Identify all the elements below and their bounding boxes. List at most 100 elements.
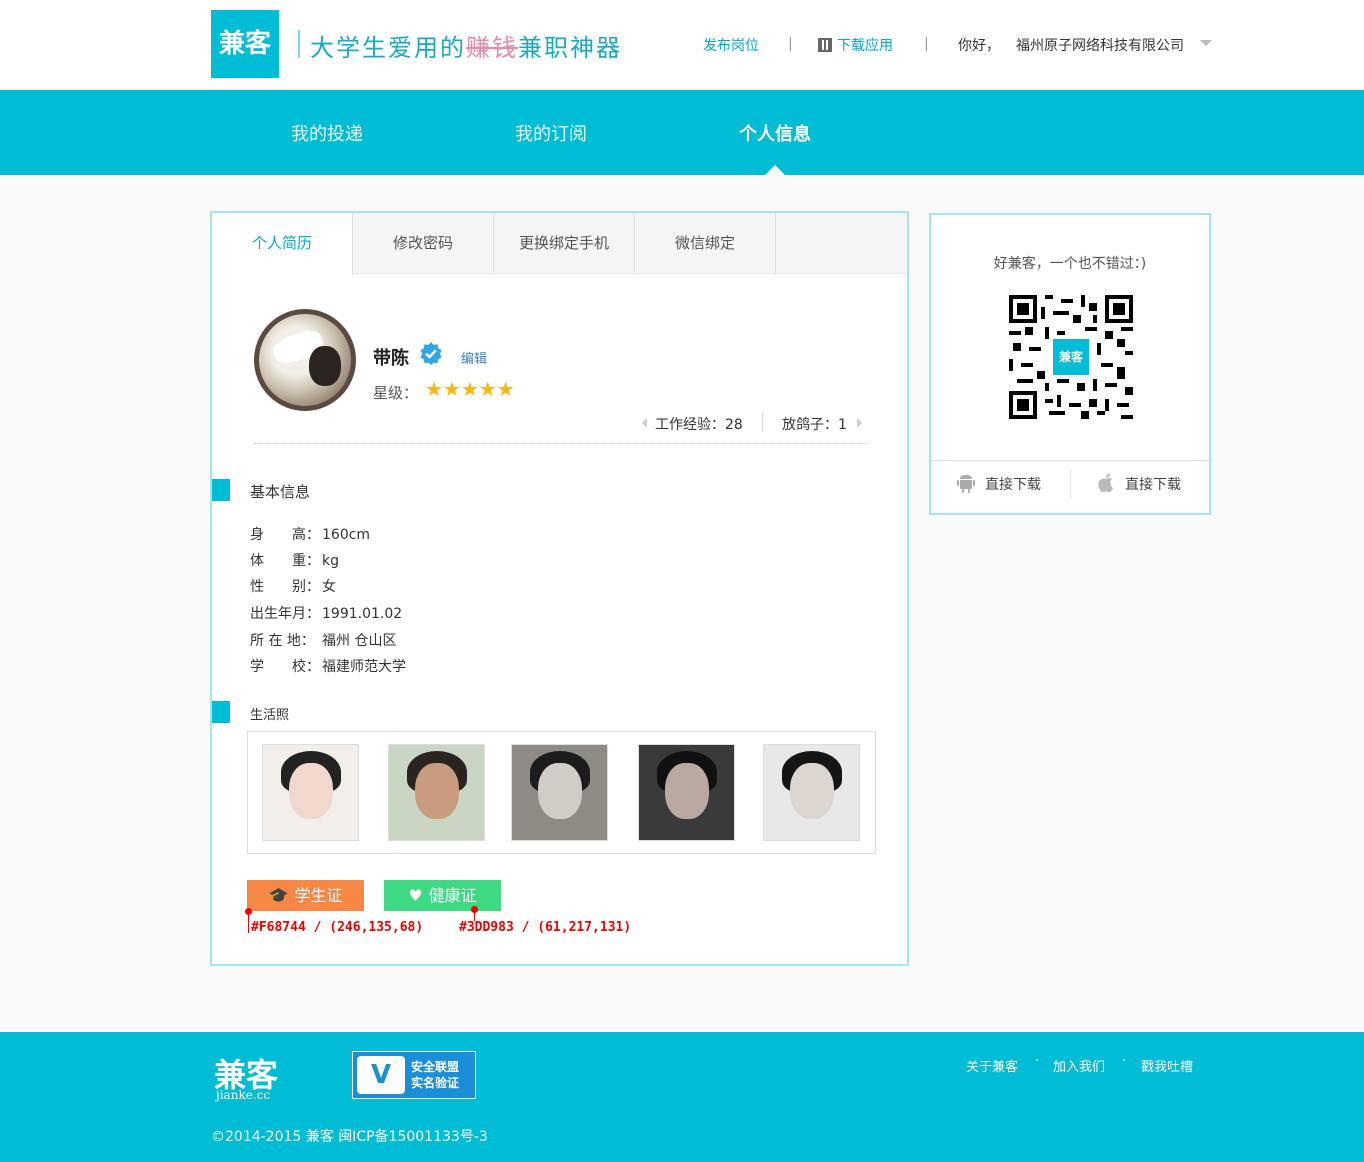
info-label: 体 重： — [250, 553, 320, 569]
info-row-birth: 出生年月： 1991.01.02 — [250, 603, 402, 623]
security-alliance-badge[interactable]: V 安全联盟实名验证 — [352, 1051, 476, 1099]
life-photo-5[interactable] — [763, 744, 860, 841]
student-id-badge[interactable]: 🎓 学生证 — [247, 880, 364, 911]
info-label: 性 别： — [250, 579, 320, 595]
info-value: 160cm — [322, 527, 371, 543]
health-cert-label: 健康证 — [428, 886, 477, 905]
badge-line-2: 实名验证 — [411, 1076, 460, 1090]
profile-subtabs: 个人简历 修改密码 更换绑定手机 微信绑定 — [212, 213, 907, 275]
info-row-weight: 体 重： kg — [250, 550, 339, 570]
account-name[interactable]: 福州原子网络科技有限公司 — [1016, 35, 1184, 55]
graduation-cap-icon: 🎓 — [268, 886, 289, 905]
info-value: 1991.01.02 — [322, 606, 403, 622]
ios-download-label: 直接下载 — [1125, 477, 1181, 493]
app-qr-code: 兼客 — [1009, 295, 1133, 419]
info-value: 女 — [322, 579, 336, 595]
greeting-text: 你好， — [958, 38, 1000, 54]
star-rating: ★★★★★ — [425, 377, 515, 401]
nav-tab-applications[interactable]: 我的投递 — [291, 120, 363, 146]
caret-right-icon — [857, 418, 862, 428]
user-name: 带陈 — [373, 348, 409, 369]
photos-title: 生活照 — [250, 708, 290, 723]
info-label: 出生年月： — [250, 606, 320, 622]
edit-profile-link[interactable]: 编辑 — [461, 348, 487, 367]
annotation-health-color: #3DD983 / (61,217,131) — [459, 920, 632, 935]
heart-pulse-icon: ♥ — [408, 886, 423, 905]
android-download-label: 直接下载 — [985, 477, 1041, 493]
divider — [254, 443, 868, 444]
footer-link-about[interactable]: 关于兼客 — [966, 1056, 1018, 1075]
avatar-person — [309, 346, 341, 386]
section-marker — [212, 479, 230, 501]
star-rating-label: 星级： — [373, 384, 419, 402]
qr-code-icon — [818, 38, 832, 52]
slogan-divider — [298, 30, 300, 58]
apple-icon — [1098, 473, 1113, 493]
slogan-suffix: 兼职神器 — [518, 34, 622, 62]
life-photo-4[interactable] — [638, 744, 735, 841]
life-photo-1[interactable] — [262, 744, 359, 841]
life-photo-2[interactable] — [388, 744, 485, 841]
student-id-label: 学生证 — [294, 886, 343, 905]
android-download-button[interactable]: 直接下载 — [957, 473, 1041, 494]
caret-left-icon — [642, 418, 647, 428]
info-row-height: 身 高： 160cm — [250, 524, 370, 544]
main-nav: 我的投递 我的订阅 个人信息 — [0, 90, 1364, 175]
work-experience-stat: 工作经验：28 — [655, 417, 743, 433]
info-row-gender: 性 别：女 — [250, 576, 336, 596]
verified-badge-icon — [420, 342, 442, 365]
footer-domain: jianke.cc — [216, 1088, 271, 1102]
site-logo[interactable]: 兼客 — [211, 10, 279, 78]
no-show-stat: 放鸽子：1 — [782, 417, 847, 433]
nav-tab-profile[interactable]: 个人信息 — [739, 120, 811, 146]
subtab-resume[interactable]: 个人简历 — [212, 213, 353, 275]
section-marker — [212, 701, 230, 723]
copyright: ©2014-2015 兼客 闽ICP备15001133号-3 — [211, 1129, 488, 1145]
footer-link-feedback[interactable]: 戳我吐槽 — [1141, 1056, 1193, 1075]
qr-center-logo: 兼客 — [1053, 339, 1089, 375]
basic-info-title: 基本信息 — [250, 483, 311, 501]
profile-card: 个人简历 修改密码 更换绑定手机 微信绑定 带陈 编辑 星级： ★★★★★ 工作… — [210, 211, 909, 966]
site-slogan: 大学生爱用的赚钱兼职神器 — [310, 28, 622, 63]
post-job-link[interactable]: 发布岗位 — [703, 35, 759, 55]
info-label: 学 校： — [250, 659, 320, 675]
info-row-location: 所 在 地： 福州 仓山区 — [250, 630, 396, 650]
subtab-change-password[interactable]: 修改密码 — [353, 213, 494, 274]
side-tagline: 好兼客，一个也不错过：) — [993, 256, 1147, 272]
info-row-school: 学 校： 福建师范大学 — [250, 656, 406, 676]
info-label: 所 在 地： — [250, 633, 315, 649]
info-value: kg — [322, 553, 339, 569]
ios-download-button[interactable]: 直接下载 — [1097, 473, 1181, 494]
top-header: 兼客 大学生爱用的赚钱兼职神器 发布岗位 | 下载应用 | 你好， 福州原子网络… — [0, 0, 1364, 90]
info-value: 福建师范大学 — [322, 659, 406, 675]
divider — [931, 460, 1209, 461]
download-app-link[interactable]: 下载应用 — [818, 35, 893, 55]
stat-divider — [762, 412, 763, 432]
header-separator: | — [788, 36, 793, 52]
android-icon — [957, 475, 975, 493]
badge-text: 安全联盟 实名验证 — [411, 1059, 459, 1091]
subtab-change-phone[interactable]: 更换绑定手机 — [494, 213, 635, 274]
header-separator: | — [924, 36, 929, 52]
footer-link-join[interactable]: 加入我们 — [1053, 1056, 1105, 1075]
photo-gallery — [247, 731, 876, 854]
active-tab-pointer — [765, 165, 785, 175]
slogan-strike: 赚钱 — [466, 34, 518, 62]
annotation-line — [248, 911, 249, 933]
footer-separator: · — [1035, 1054, 1040, 1069]
divider — [1070, 470, 1071, 498]
download-app-label: 下载应用 — [837, 38, 893, 54]
health-cert-badge[interactable]: ♥ 健康证 — [384, 880, 501, 911]
chevron-down-icon[interactable] — [1200, 40, 1212, 46]
slogan-prefix: 大学生爱用的 — [310, 34, 466, 62]
info-label: 身 高： — [250, 527, 320, 543]
badge-line-1: 安全联盟 — [411, 1060, 460, 1074]
nav-tab-subscriptions[interactable]: 我的订阅 — [515, 120, 587, 146]
life-photo-3[interactable] — [511, 744, 608, 841]
avatar — [254, 309, 356, 411]
footer-separator: · — [1122, 1054, 1127, 1069]
subtab-wechat-bind[interactable]: 微信绑定 — [635, 213, 776, 274]
app-download-card: 好兼客，一个也不错过：) 兼客 直接下载 直接下载 — [929, 213, 1211, 515]
info-value: 福州 仓山区 — [322, 633, 397, 649]
verified-v-icon: V — [357, 1056, 405, 1094]
